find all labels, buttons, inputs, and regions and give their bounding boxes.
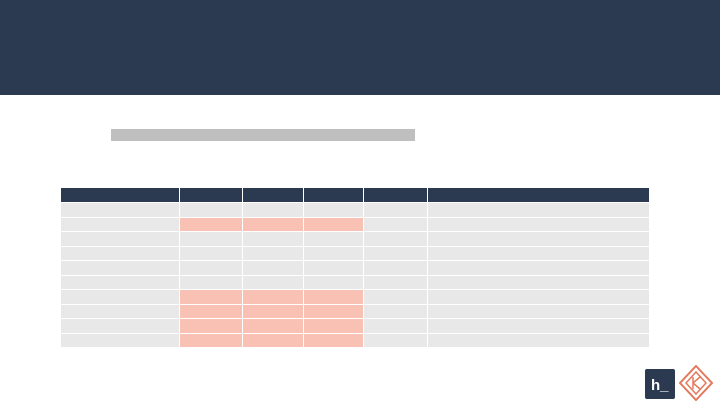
table-cell — [61, 203, 180, 217]
table-cell — [180, 203, 243, 217]
table-cell — [243, 261, 304, 275]
table-cell — [243, 246, 304, 260]
table-cell — [61, 275, 180, 289]
table-cell — [61, 232, 180, 246]
table-cell-highlighted — [243, 290, 304, 304]
subtitle-placeholder — [111, 129, 415, 141]
table-cell — [364, 232, 428, 246]
h-logo: h_ — [645, 369, 675, 399]
table-cell — [428, 246, 649, 260]
table-cell-highlighted — [243, 304, 304, 318]
table-cell-highlighted — [180, 304, 243, 318]
table-cell — [364, 333, 428, 347]
table-header-cell — [180, 188, 243, 202]
table-row — [61, 333, 649, 347]
table-cell — [428, 203, 649, 217]
table-cell — [364, 290, 428, 304]
header-band — [0, 0, 720, 95]
table-cell — [304, 203, 364, 217]
table-cell — [364, 304, 428, 318]
table-cell-highlighted — [180, 319, 243, 333]
table-cell — [243, 232, 304, 246]
table-row — [61, 261, 649, 275]
table-cell-highlighted — [243, 319, 304, 333]
table-cell — [428, 333, 649, 347]
table-cell — [428, 319, 649, 333]
table-cell — [180, 275, 243, 289]
table-cell-highlighted — [304, 319, 364, 333]
table-cell — [364, 275, 428, 289]
table-header-cell — [364, 188, 428, 202]
table-cell — [61, 304, 180, 318]
table-row — [61, 319, 649, 333]
table-row — [61, 203, 649, 217]
table-cell — [243, 275, 304, 289]
table-cell-highlighted — [304, 333, 364, 347]
table-cell — [304, 275, 364, 289]
table-cell — [364, 261, 428, 275]
table-cell — [180, 232, 243, 246]
table-cell — [180, 246, 243, 260]
table-header-cell — [304, 188, 364, 202]
table-header-cell — [61, 188, 180, 202]
table-cell — [364, 319, 428, 333]
table-cell — [61, 261, 180, 275]
table-cell — [428, 275, 649, 289]
table-cell — [428, 261, 649, 275]
table-row — [61, 304, 649, 318]
table-header-cell — [428, 188, 649, 202]
table-cell — [304, 232, 364, 246]
diamond-logo-icon — [678, 364, 714, 402]
h-logo-text: h_ — [651, 377, 669, 394]
table-cell — [304, 246, 364, 260]
table-cell-highlighted — [243, 333, 304, 347]
data-table — [61, 188, 649, 348]
table-cell — [61, 246, 180, 260]
table-cell-highlighted — [180, 217, 243, 231]
table-body — [61, 203, 649, 347]
table-cell — [61, 217, 180, 231]
table-row — [61, 232, 649, 246]
table-cell — [61, 319, 180, 333]
table-cell — [243, 203, 304, 217]
table-row — [61, 275, 649, 289]
table-cell-highlighted — [243, 217, 304, 231]
table-cell-highlighted — [304, 290, 364, 304]
table-row — [61, 217, 649, 231]
table-cell — [364, 246, 428, 260]
table-cell — [364, 203, 428, 217]
table-cell — [304, 261, 364, 275]
table-cell — [61, 333, 180, 347]
table-cell — [428, 217, 649, 231]
table-cell-highlighted — [304, 217, 364, 231]
table-cell-highlighted — [304, 304, 364, 318]
table-row — [61, 290, 649, 304]
table-header-cell — [243, 188, 304, 202]
table-cell-highlighted — [180, 290, 243, 304]
table-row — [61, 246, 649, 260]
table-cell-highlighted — [180, 333, 243, 347]
table-cell — [428, 232, 649, 246]
table-cell — [180, 261, 243, 275]
table-cell — [428, 290, 649, 304]
table-cell — [428, 304, 649, 318]
table-header — [61, 188, 649, 202]
table-cell — [61, 290, 180, 304]
table-cell — [364, 217, 428, 231]
